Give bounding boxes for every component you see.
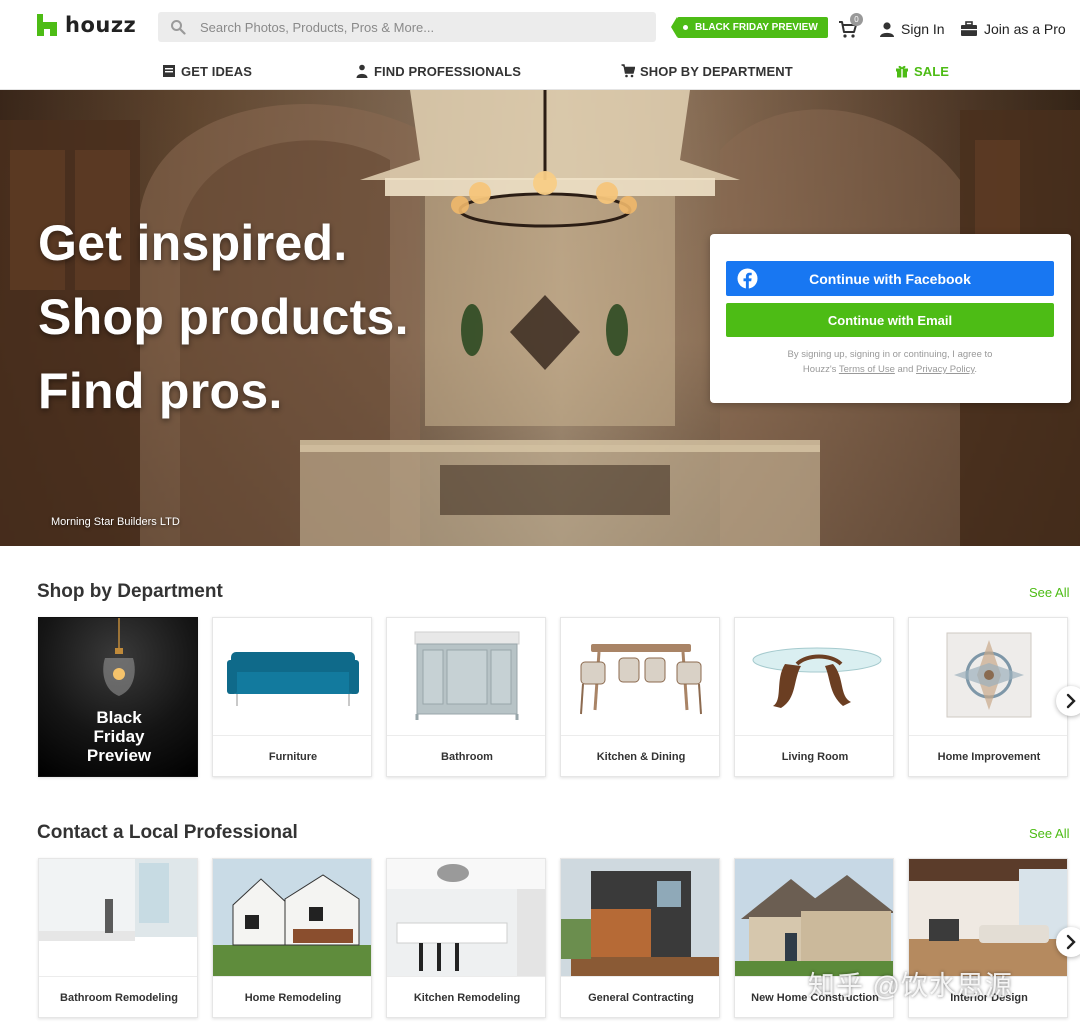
promo-label: BLACK FRIDAY PREVIEW [695, 22, 818, 33]
logo-wordmark: houzz [65, 13, 137, 37]
pro-card-bathroom-remodeling[interactable]: Bathroom Remodeling [38, 858, 198, 1018]
pros-carousel-next-button[interactable] [1056, 927, 1080, 957]
coffee-table-image [752, 647, 882, 708]
houzz-logo-icon [37, 14, 57, 36]
shop-section-title: Shop by Department [37, 581, 223, 602]
photo-credit[interactable]: Morning Star Builders LTD [51, 516, 180, 528]
tile-image [946, 632, 1032, 718]
search-input[interactable]: Search Photos, Products, Pros & More... [200, 20, 434, 35]
kitchen-photo [387, 859, 545, 976]
department-label: Home Improvement [909, 735, 1067, 776]
pro-category-label: Home Remodeling [213, 976, 371, 1017]
nav-label: FIND PROFESSIONALS [374, 63, 521, 79]
department-card-bathroom[interactable]: Bathroom [386, 617, 546, 777]
black-friday-card-text: Black Friday Preview [39, 708, 197, 765]
black-friday-preview-card[interactable]: Black Friday Preview [38, 617, 198, 777]
shopping-cart-icon [621, 64, 635, 78]
chevron-right-icon [1066, 934, 1076, 950]
department-label: Bathroom [387, 735, 545, 776]
new-home-photo [735, 859, 893, 976]
legal-prefix: Houzz's [802, 364, 837, 375]
hero-headline-3: Find pros. [38, 363, 283, 419]
bathroom-photo [39, 859, 197, 976]
nav-find-professionals[interactable]: FIND PROFESSIONALS [355, 61, 521, 81]
black-friday-preview-badge[interactable]: BLACK FRIDAY PREVIEW [671, 17, 828, 38]
search-bar[interactable]: Search Photos, Products, Pros & More... [158, 12, 656, 42]
tag-hole-icon [683, 25, 688, 30]
nav-shop-by-department[interactable]: SHOP BY DEPARTMENT [621, 61, 793, 81]
hero-headline-2: Shop products. [38, 289, 409, 345]
vanity-image [414, 631, 520, 720]
legal-and: and [897, 364, 914, 375]
sofa-image [227, 652, 359, 706]
houzz-logo[interactable]: houzz [36, 12, 136, 38]
sign-in-link[interactable]: Sign In [879, 19, 945, 39]
department-label: Living Room [735, 735, 893, 776]
watermark-text: 知乎 @饮水思源 [808, 971, 1013, 1001]
idea-book-icon [163, 65, 175, 77]
search-icon [171, 20, 186, 35]
nav-sale[interactable]: SALE [895, 61, 949, 81]
email-button-label: Continue with Email [827, 312, 953, 328]
pro-category-label: Kitchen Remodeling [387, 976, 545, 1017]
hero-headline-1: Get inspired. [38, 215, 348, 271]
terms-of-use-link[interactable]: Terms of Use [839, 364, 895, 375]
pendant-lamp-icon [103, 618, 135, 696]
department-card-home-improvement[interactable]: Home Improvement [908, 617, 1068, 777]
privacy-policy-link[interactable]: Privacy Policy [916, 364, 974, 375]
department-card-living-room[interactable]: Living Room [734, 617, 894, 777]
site-header: houzz Search Photos, Products, Pros & Mo… [0, 0, 1080, 90]
professional-icon [356, 64, 368, 78]
facebook-button-label: Continue with Facebook [809, 270, 971, 287]
card-line-2: Friday [93, 727, 145, 746]
sign-in-label: Sign In [901, 21, 945, 37]
card-line-1: Black [96, 708, 142, 727]
living-room-photo [909, 859, 1067, 976]
remodeled-house-photo [213, 859, 371, 976]
department-label: Kitchen & Dining [561, 735, 719, 776]
legal-suffix: . [974, 364, 978, 375]
cart-button[interactable]: 0 [838, 13, 864, 42]
pro-category-label: Bathroom Remodeling [39, 976, 197, 1017]
continue-with-facebook-button[interactable]: Continue with Facebook [726, 261, 1054, 296]
join-pro-label: Join as a Pro [984, 21, 1066, 37]
card-line-3: Preview [86, 746, 152, 765]
user-icon [880, 22, 894, 37]
pros-see-all-link[interactable]: See All [1029, 826, 1069, 841]
gift-icon [896, 65, 908, 78]
department-card-kitchen-dining[interactable]: Kitchen & Dining [560, 617, 720, 777]
pro-card-home-remodeling[interactable]: Home Remodeling [212, 858, 372, 1018]
dining-set-image [580, 644, 702, 715]
nav-label: SALE [914, 63, 950, 79]
signup-panel: Continue with Facebook Continue with Ema… [710, 234, 1071, 403]
chevron-right-icon [1066, 693, 1076, 709]
pros-section-title: Contact a Local Professional [37, 822, 298, 843]
pro-category-label: General Contracting [561, 976, 719, 1017]
continue-with-email-button[interactable]: Continue with Email [726, 303, 1054, 337]
legal-line-1: By signing up, signing in or continuing,… [787, 349, 993, 360]
shop-see-all-link[interactable]: See All [1029, 585, 1069, 600]
modern-house-photo [561, 859, 719, 976]
shop-carousel-next-button[interactable] [1056, 686, 1080, 716]
nav-label: GET IDEAS [181, 63, 252, 79]
hero-banner: Get inspired. Shop products. Find pros. … [0, 90, 1080, 546]
facebook-icon [737, 268, 758, 289]
department-card-furniture[interactable]: Furniture [212, 617, 372, 777]
pro-card-kitchen-remodeling[interactable]: Kitchen Remodeling [386, 858, 546, 1018]
briefcase-icon [961, 21, 977, 36]
cart-count-badge: 0 [850, 13, 863, 26]
nav-label: SHOP BY DEPARTMENT [640, 63, 793, 79]
department-label: Furniture [213, 735, 371, 776]
pro-card-general-contracting[interactable]: General Contracting [560, 858, 720, 1018]
join-as-pro-link[interactable]: Join as a Pro [960, 19, 1066, 39]
nav-get-ideas[interactable]: GET IDEAS [162, 61, 252, 81]
signup-legal-text: By signing up, signing in or continuing,… [726, 347, 1054, 377]
